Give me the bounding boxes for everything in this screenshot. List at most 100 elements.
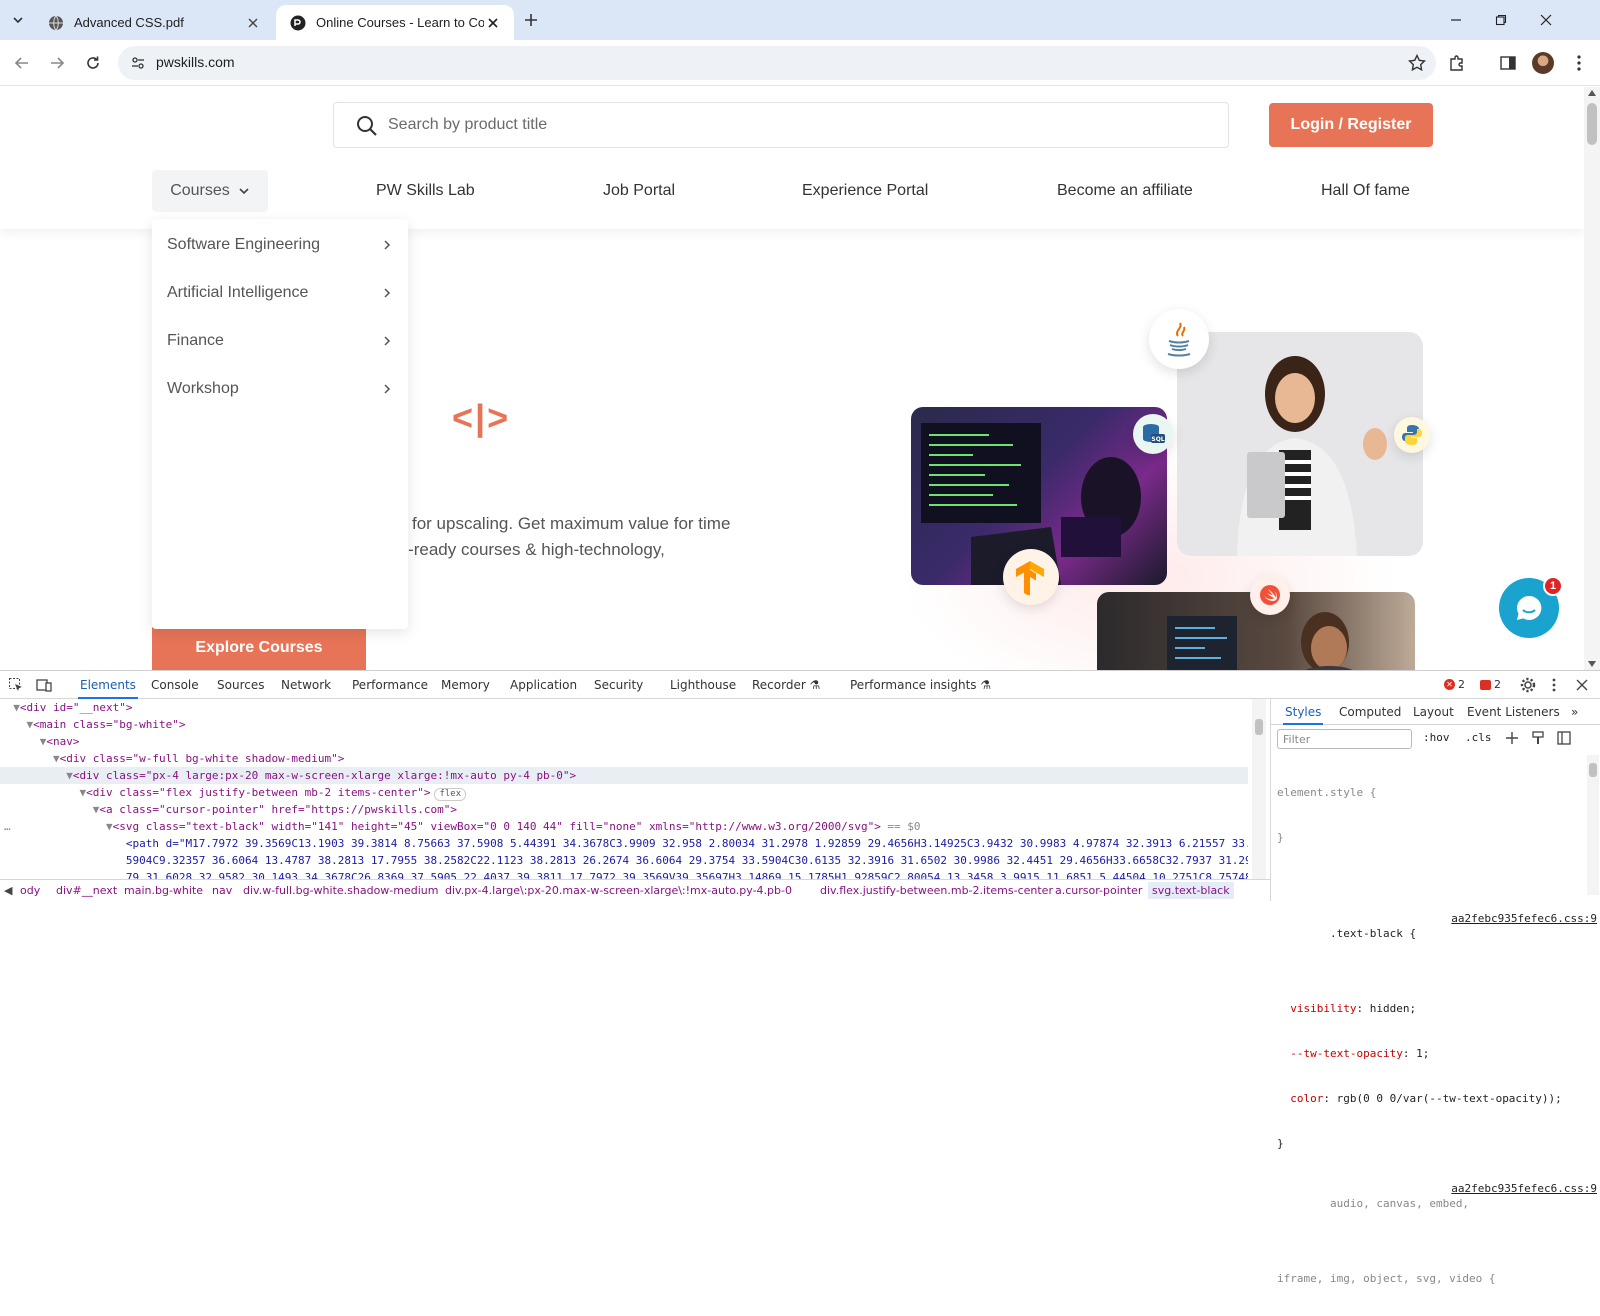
devtools-tab-lighthouse[interactable]: Lighthouse — [670, 678, 736, 692]
profile-avatar[interactable] — [1532, 52, 1554, 74]
tab-advanced-css[interactable]: Advanced CSS.pdf — [34, 5, 274, 40]
nav-hall-of-fame[interactable]: Hall Of fame — [1321, 182, 1410, 200]
dropdown-item-workshop[interactable]: Workshop — [167, 377, 392, 401]
new-style-rule-icon[interactable] — [1505, 731, 1519, 745]
rule-source-link[interactable]: aa2febc935fefec6.css:9 — [1451, 1181, 1597, 1196]
hov-toggle[interactable]: :hov — [1423, 731, 1450, 744]
dom-node-row[interactable]: ▼<nav> — [0, 733, 1248, 750]
search-input[interactable] — [388, 103, 1188, 147]
styles-tab-event-listeners[interactable]: Event Listeners — [1467, 705, 1560, 719]
flex-badge[interactable]: flex — [434, 788, 467, 801]
tab-online-courses[interactable]: Online Courses - Learn to Code — [276, 5, 514, 40]
scroll-down-icon[interactable] — [1588, 661, 1596, 667]
bookmark-star-icon[interactable] — [1408, 54, 1426, 72]
explore-courses-button[interactable]: Explore Courses — [152, 623, 366, 670]
product-search[interactable] — [333, 102, 1229, 148]
devtools-tab-sources[interactable]: Sources — [217, 678, 264, 692]
devtools-tab-performance-insights[interactable]: Performance insights ⚗ — [850, 678, 991, 692]
breadcrumb-item[interactable]: nav — [212, 884, 232, 897]
breadcrumb-item[interactable]: div.px-4.large\:px-20.max-w-screen-xlarg… — [445, 884, 792, 897]
paint-brush-icon[interactable] — [1531, 731, 1545, 745]
devtools-tab-elements[interactable]: Elements — [78, 678, 138, 699]
side-panel-button[interactable] — [1497, 52, 1519, 74]
restore-button[interactable] — [1491, 10, 1511, 30]
breadcrumb-item[interactable]: main.bg-white — [124, 884, 203, 897]
nav-experience-portal[interactable]: Experience Portal — [802, 182, 928, 200]
inspect-element-icon[interactable] — [8, 677, 24, 693]
styles-tab-layout[interactable]: Layout — [1413, 705, 1454, 719]
dom-tree-scrollbar[interactable] — [1252, 699, 1266, 879]
breadcrumb-item[interactable]: div.flex.justify-between.mb-2.items-cent… — [820, 884, 1053, 897]
nav-become-affiliate[interactable]: Become an affiliate — [1057, 182, 1193, 200]
scrollbar-thumb[interactable] — [1255, 719, 1263, 735]
dom-node-row[interactable]: ▼<a class="cursor-pointer" href="https:/… — [0, 801, 1248, 818]
extensions-button[interactable] — [1446, 52, 1468, 74]
devtools-tab-recorder[interactable]: Recorder ⚗ — [752, 678, 820, 692]
settings-gear-icon[interactable] — [1520, 677, 1536, 693]
login-register-button[interactable]: Login / Register — [1269, 103, 1433, 147]
breadcrumb-item[interactable]: a.cursor-pointer — [1055, 884, 1142, 897]
style-prop[interactable]: --tw-text-opacity: 1; — [1277, 1046, 1595, 1061]
toggle-sidebar-icon[interactable] — [1557, 731, 1571, 745]
devtools-tab-application[interactable]: Application — [510, 678, 577, 692]
close-tab-icon[interactable] — [244, 14, 262, 32]
rule-source-link[interactable]: aa2febc935fefec6.css:9 — [1451, 911, 1597, 926]
styles-tab-computed[interactable]: Computed — [1339, 705, 1401, 719]
cls-toggle[interactable]: .cls — [1465, 731, 1492, 744]
breadcrumb-item[interactable]: ody — [20, 884, 40, 897]
style-prop[interactable]: color: rgb(0 0 0/var(--tw-text-opacity))… — [1277, 1091, 1595, 1106]
dropdown-item-finance[interactable]: Finance — [167, 329, 392, 353]
dom-node-row[interactable]: ▼<div class="px-4 large:px-20 max-w-scre… — [0, 767, 1248, 784]
nav-courses-dropdown[interactable]: Courses — [152, 170, 268, 212]
minimize-button[interactable] — [1446, 10, 1466, 30]
rule-selector-continued: iframe, img, object, svg, video { — [1277, 1272, 1496, 1285]
dom-node-row[interactable]: ▼<div class="w-full bg-white shadow-medi… — [0, 750, 1248, 767]
nav-pw-skills-lab[interactable]: PW Skills Lab — [376, 182, 475, 200]
devtools-more-icon[interactable] — [1552, 677, 1556, 693]
dom-node-row[interactable]: 5904C9.32357 36.6064 13.4787 38.2813 17.… — [0, 852, 1248, 869]
breadcrumb-item[interactable]: div.w-full.bg-white.shadow-medium — [243, 884, 438, 897]
browser-menu-button[interactable] — [1568, 52, 1590, 74]
tab-search-button[interactable] — [6, 8, 30, 32]
scroll-up-icon[interactable] — [1588, 90, 1596, 96]
back-button[interactable] — [11, 52, 33, 74]
reload-button[interactable] — [82, 52, 104, 74]
devtools-tab-console[interactable]: Console — [151, 678, 199, 692]
devtools-tab-security[interactable]: Security — [594, 678, 643, 692]
dom-node-row[interactable]: ▼<div id="__next"> — [0, 699, 1248, 716]
device-toolbar-icon[interactable] — [36, 677, 52, 693]
breadcrumb-scroll-left-icon[interactable]: ◀ — [4, 884, 12, 897]
chat-widget-button[interactable]: 1 — [1499, 576, 1563, 638]
breadcrumb-item[interactable]: svg.text-black — [1148, 882, 1234, 899]
site-settings-icon[interactable] — [130, 55, 146, 71]
breadcrumb-item[interactable]: div#__next — [56, 884, 117, 897]
devtools-tab-memory[interactable]: Memory — [441, 678, 490, 692]
dropdown-item-artificial-intelligence[interactable]: Artificial Intelligence — [167, 281, 392, 305]
nav-job-portal[interactable]: Job Portal — [603, 182, 675, 200]
dom-node-row[interactable]: ▼<main class="bg-white"> — [0, 716, 1248, 733]
more-tabs-icon[interactable]: » — [1571, 705, 1578, 719]
dom-node-row[interactable]: 79 31.6028 32.9582 30.1493 34.3678C26.83… — [0, 869, 1248, 879]
dom-node-row[interactable]: <path d="M17.7972 39.3569C13.1903 39.381… — [0, 835, 1248, 852]
dropdown-item-software-engineering[interactable]: Software Engineering — [167, 233, 392, 257]
forward-button[interactable] — [46, 52, 68, 74]
new-tab-button[interactable] — [520, 9, 542, 31]
dom-node-row[interactable]: ▼<svg class="text-black" width="141" hei… — [0, 818, 1248, 835]
dom-node-row[interactable]: ▼<div class="flex justify-between mb-2 i… — [0, 784, 1248, 801]
close-devtools-icon[interactable] — [1576, 679, 1588, 691]
issue-counter[interactable]: 2 — [1480, 678, 1501, 691]
elements-dom-tree[interactable]: ▼<div id="__next"> ▼<main class="bg-whit… — [0, 699, 1248, 879]
address-bar[interactable]: pwskills.com — [118, 46, 1436, 80]
page-scrollbar[interactable] — [1584, 87, 1600, 670]
node-actions-icon[interactable]: … — [4, 818, 20, 835]
style-prop[interactable]: visibility: hidden; — [1277, 1001, 1595, 1016]
devtools-tab-performance[interactable]: Performance — [352, 678, 428, 692]
styles-filter-input[interactable]: Filter — [1277, 729, 1412, 749]
error-counter[interactable]: ✕ 2 — [1444, 678, 1465, 691]
styles-tab-styles[interactable]: Styles — [1282, 705, 1324, 725]
courses-dropdown-menu: Software Engineering Artificial Intellig… — [152, 219, 408, 629]
close-window-button[interactable] — [1536, 10, 1556, 30]
devtools-tab-network[interactable]: Network — [281, 678, 331, 692]
close-tab-icon[interactable] — [484, 14, 502, 32]
scrollbar-thumb[interactable] — [1587, 103, 1597, 145]
